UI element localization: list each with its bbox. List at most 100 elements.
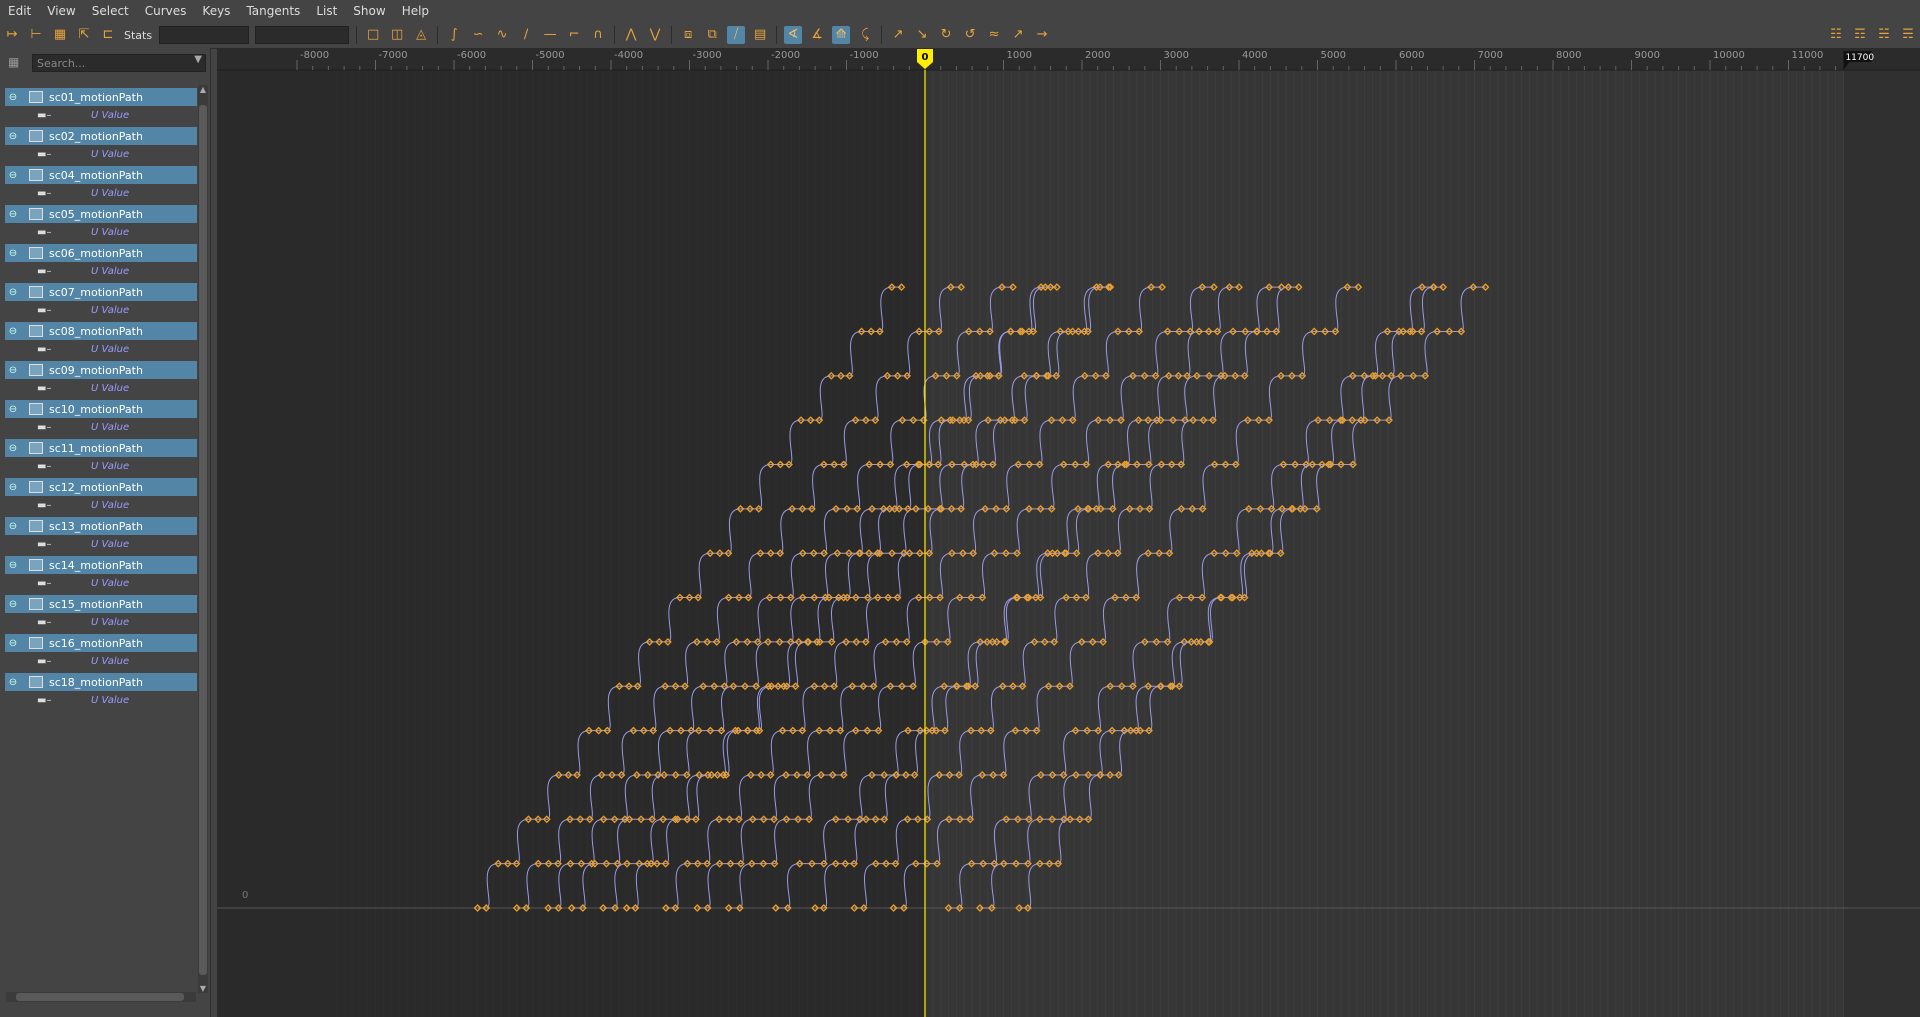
outliner-attribute-row[interactable]: ▬– U Value [5,613,197,631]
retime-icon[interactable]: ⊏ [99,26,117,44]
scrollbar-thumb[interactable] [16,993,184,1001]
flat-tangent-icon[interactable]: — [541,26,559,44]
collapse-icon[interactable]: ⊖ [7,638,19,649]
outliner-item-sc15_motionPath[interactable]: ⊖ sc15_motionPath [5,595,197,613]
menu-help[interactable]: Help [394,0,437,22]
outliner-attribute-row[interactable]: ▬– U Value [5,418,197,436]
outliner-item-sc10_motionPath[interactable]: ⊖ sc10_motionPath [5,400,197,418]
outliner-item-sc06_motionPath[interactable]: ⊖ sc06_motionPath [5,244,197,262]
weighted-tangent-icon[interactable]: ⧸ [727,26,746,44]
outliner-attribute-row[interactable]: ▬– U Value [5,340,197,358]
buffer-curve-icon[interactable]: ▤ [751,26,769,44]
outliner-attribute-row[interactable]: ▬– U Value [5,535,197,553]
move-key-icon[interactable]: ↦ [3,26,21,44]
free-weight-icon[interactable]: ⧈ [679,26,697,44]
collapse-icon[interactable]: ⊖ [7,287,19,298]
oscillate-icon[interactable]: ≈ [985,26,1003,44]
frame-all-icon[interactable]: □ [364,26,382,44]
search-input[interactable] [32,54,206,72]
lock-weight-icon[interactable]: ⧉ [703,26,721,44]
snap-icon[interactable]: ⟰ [832,26,851,44]
outliner-attribute-row[interactable]: ▬– U Value [5,652,197,670]
magnet-icon[interactable]: ⤹ [856,26,874,44]
outliner-attribute-row[interactable]: ▬– U Value [5,106,197,124]
collapse-icon[interactable]: ⊖ [7,560,19,571]
plateau-tangent-icon[interactable]: ∩ [589,26,607,44]
linear-tangent-icon[interactable]: ∕ [517,26,535,44]
collapse-icon[interactable]: ⊖ [7,599,19,610]
outliner-item-sc01_motionPath[interactable]: ⊖ sc01_motionPath [5,88,197,106]
collapse-icon[interactable]: ⊖ [7,326,19,337]
outliner-attribute-row[interactable]: ▬– U Value [5,262,197,280]
collapse-icon[interactable]: ⊖ [7,404,19,415]
insert-key-icon[interactable]: ⊢ [27,26,45,44]
collapse-icon[interactable]: ⊖ [7,365,19,376]
menu-select[interactable]: Select [84,0,137,22]
frame-selection-icon[interactable]: ◫ [388,26,406,44]
menu-keys[interactable]: Keys [194,0,238,22]
collapse-icon[interactable]: ⊖ [7,521,19,532]
outliner-item-sc14_motionPath[interactable]: ⊖ sc14_motionPath [5,556,197,574]
scroll-down-icon[interactable]: ▼ [198,984,208,993]
denormalize-icon[interactable]: ∡ [808,26,826,44]
collapse-icon[interactable]: ⊖ [7,170,19,181]
scroll-up-icon[interactable]: ▲ [198,85,208,94]
outliner-vertical-scrollbar[interactable]: ▲ ▼ [198,85,208,993]
menu-tangents[interactable]: Tangents [238,0,308,22]
outliner-item-sc18_motionPath[interactable]: ⊖ sc18_motionPath [5,673,197,691]
post-infinity-icon[interactable]: ↘ [913,26,931,44]
outliner-item-sc05_motionPath[interactable]: ⊖ sc05_motionPath [5,205,197,223]
step-tangent-icon[interactable]: ⌐ [565,26,583,44]
frame-playback-icon[interactable]: ◬ [412,26,430,44]
clamped-tangent-icon[interactable]: ∿ [493,26,511,44]
auto-tangent-icon[interactable]: ∫ [445,26,463,44]
collapse-icon[interactable]: ⊖ [7,677,19,688]
linear-infinity-icon[interactable]: ↗ [1009,26,1027,44]
outliner-item-sc04_motionPath[interactable]: ⊖ sc04_motionPath [5,166,197,184]
outliner-item-sc16_motionPath[interactable]: ⊖ sc16_motionPath [5,634,197,652]
time-editor-icon[interactable]: ☵ [1875,26,1893,44]
outliner-attribute-row[interactable]: ▬– U Value [5,184,197,202]
outliner-attribute-row[interactable]: ▬– U Value [5,223,197,241]
filter-icon[interactable]: ▦ [8,55,19,69]
collapse-icon[interactable]: ⊖ [7,209,19,220]
pre-infinity-icon[interactable]: ↗ [889,26,907,44]
region-select-icon[interactable]: ⇱ [75,26,93,44]
stats-key-field[interactable] [159,26,250,44]
collapse-icon[interactable]: ⊖ [7,92,19,103]
outliner-horizontal-scrollbar[interactable] [6,992,196,1002]
dope-sheet-icon[interactable]: ☷ [1827,26,1845,44]
cycle-icon[interactable]: ↻ [937,26,955,44]
unify-tangent-icon[interactable]: ⋁ [646,26,664,44]
menu-edit[interactable]: Edit [0,0,39,22]
outliner-attribute-row[interactable]: ▬– U Value [5,145,197,163]
outliner-item-sc08_motionPath[interactable]: ⊖ sc08_motionPath [5,322,197,340]
cycle-offset-icon[interactable]: ↺ [961,26,979,44]
outliner-attribute-row[interactable]: ▬– U Value [5,379,197,397]
outliner-item-sc13_motionPath[interactable]: ⊖ sc13_motionPath [5,517,197,535]
menu-list[interactable]: List [308,0,345,22]
menu-view[interactable]: View [39,0,83,22]
lattice-icon[interactable]: ▦ [51,26,69,44]
stats-value-field[interactable] [255,26,350,44]
graph-editor-icon[interactable]: ☴ [1899,26,1917,44]
outliner-attribute-row[interactable]: ▬– U Value [5,574,197,592]
collapse-icon[interactable]: ⊖ [7,443,19,454]
break-tangent-icon[interactable]: ⋀ [622,26,640,44]
collapse-icon[interactable]: ⊖ [7,482,19,493]
scrollbar-thumb[interactable] [199,105,207,975]
outliner-attribute-row[interactable]: ▬– U Value [5,457,197,475]
spline-tangent-icon[interactable]: ∽ [469,26,487,44]
graph-view[interactable]: 0 -8000 -7000 -6000 -5000 -4000 -3000 -2000 -100… [217,48,1920,1017]
normalize-icon[interactable]: ∢ [784,26,803,44]
menu-show[interactable]: Show [345,0,393,22]
outliner-item-sc02_motionPath[interactable]: ⊖ sc02_motionPath [5,127,197,145]
collapse-icon[interactable]: ⊖ [7,248,19,259]
outliner-attribute-row[interactable]: ▬– U Value [5,301,197,319]
outliner-item-sc11_motionPath[interactable]: ⊖ sc11_motionPath [5,439,197,457]
trax-icon[interactable]: ☶ [1851,26,1869,44]
outliner-item-sc09_motionPath[interactable]: ⊖ sc09_motionPath [5,361,197,379]
outliner-attribute-row[interactable]: ▬– U Value [5,691,197,709]
menu-curves[interactable]: Curves [137,0,195,22]
outliner-item-sc07_motionPath[interactable]: ⊖ sc07_motionPath [5,283,197,301]
